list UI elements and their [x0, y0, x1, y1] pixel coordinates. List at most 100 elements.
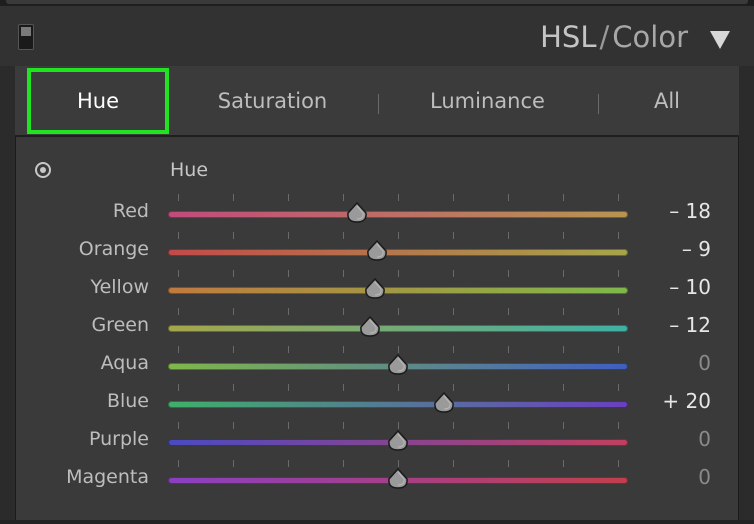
- slider-tick: [563, 270, 564, 277]
- tab-hue-label: Hue: [76, 89, 120, 113]
- slider-tick: [508, 460, 509, 467]
- panel-title-color[interactable]: Color: [612, 20, 688, 54]
- slider-value[interactable]: – 12: [669, 313, 711, 337]
- slider-tick: [178, 232, 179, 239]
- slider-tick: [343, 232, 344, 239]
- slider-tick: [508, 346, 509, 353]
- slider-tick: [453, 384, 454, 391]
- slider-thumb[interactable]: [363, 278, 387, 300]
- purple-hue-slider[interactable]: [168, 422, 628, 459]
- slider-tick: [453, 346, 454, 353]
- slider-tick: [398, 194, 399, 201]
- slider-tick: [233, 270, 234, 277]
- slider-row-red: Red – 18: [16, 192, 738, 230]
- tab-saturation-label: Saturation: [217, 88, 328, 113]
- magenta-hue-slider[interactable]: [168, 460, 628, 497]
- slider-tick: [398, 460, 399, 467]
- slider-ticks: [168, 308, 628, 316]
- slider-row-purple: Purple 0: [16, 420, 738, 458]
- collapse-triangle-icon[interactable]: [710, 31, 730, 49]
- slider-tick: [288, 232, 289, 239]
- slider-tick: [343, 460, 344, 467]
- slider-track[interactable]: [168, 401, 628, 408]
- slider-tick: [288, 422, 289, 429]
- slider-tick: [343, 308, 344, 315]
- slider-value[interactable]: – 18: [669, 199, 711, 223]
- slider-tick: [563, 422, 564, 429]
- slider-tick: [178, 194, 179, 201]
- slider-tick: [288, 460, 289, 467]
- tab-divider: [598, 94, 599, 114]
- slider-tick: [343, 194, 344, 201]
- slider-tick: [563, 346, 564, 353]
- slider-tick: [233, 460, 234, 467]
- slider-tick: [398, 384, 399, 391]
- slider-label: Blue: [106, 390, 149, 412]
- red-hue-slider[interactable]: [168, 194, 628, 231]
- orange-hue-slider[interactable]: [168, 232, 628, 269]
- tab-hue[interactable]: Hue: [27, 68, 169, 134]
- target-adjust-icon[interactable]: [35, 162, 51, 178]
- slider-tick: [618, 232, 619, 239]
- tab-saturation[interactable]: Saturation: [180, 66, 365, 135]
- slider-tick: [288, 346, 289, 353]
- slider-label: Green: [91, 314, 149, 336]
- slider-thumb[interactable]: [358, 316, 382, 338]
- slider-thumb[interactable]: [386, 354, 410, 376]
- slider-tick: [233, 384, 234, 391]
- slider-label: Purple: [88, 428, 149, 450]
- blue-hue-slider[interactable]: [168, 384, 628, 421]
- slider-label: Aqua: [100, 352, 149, 374]
- panel-title-hsl[interactable]: HSL: [540, 20, 596, 54]
- slider-row-magenta: Magenta 0: [16, 458, 738, 496]
- slider-tick: [508, 384, 509, 391]
- slider-tick: [508, 270, 509, 277]
- slider-value[interactable]: 0: [698, 351, 711, 375]
- slider-track[interactable]: [168, 287, 628, 294]
- slider-label: Orange: [78, 238, 149, 260]
- slider-tick: [508, 232, 509, 239]
- slider-value[interactable]: + 20: [662, 389, 711, 413]
- slider-tick: [288, 194, 289, 201]
- slider-tick: [618, 270, 619, 277]
- panel-header[interactable]: HSL / Color: [0, 6, 754, 66]
- slider-tick: [563, 194, 564, 201]
- aqua-hue-slider[interactable]: [168, 346, 628, 383]
- slider-thumb[interactable]: [432, 392, 456, 414]
- slider-value[interactable]: 0: [698, 427, 711, 451]
- slider-track[interactable]: [168, 249, 628, 256]
- slider-tick: [343, 270, 344, 277]
- slider-tick: [453, 308, 454, 315]
- hsl-tab-bar: Hue Saturation Luminance All: [15, 66, 739, 137]
- slider-thumb[interactable]: [365, 240, 389, 262]
- panel-title[interactable]: HSL / Color: [540, 20, 688, 54]
- tab-all[interactable]: All: [615, 66, 719, 135]
- slider-tick: [398, 232, 399, 239]
- slider-tick: [178, 346, 179, 353]
- slider-thumb[interactable]: [345, 202, 369, 224]
- slider-track[interactable]: [168, 211, 628, 218]
- tab-luminance[interactable]: Luminance: [380, 66, 595, 135]
- slider-tick: [618, 384, 619, 391]
- slider-tick: [178, 422, 179, 429]
- panel-switch-icon[interactable]: [18, 24, 34, 50]
- slider-tick: [453, 422, 454, 429]
- tab-divider: [378, 94, 379, 114]
- slider-value[interactable]: – 9: [682, 237, 711, 261]
- slider-ticks: [168, 346, 628, 354]
- slider-tick: [398, 422, 399, 429]
- slider-tick: [233, 194, 234, 201]
- slider-tick: [178, 384, 179, 391]
- slider-value[interactable]: 0: [698, 465, 711, 489]
- slider-thumb[interactable]: [386, 430, 410, 452]
- slider-tick: [453, 194, 454, 201]
- slider-tick: [343, 384, 344, 391]
- slider-tick: [178, 460, 179, 467]
- yellow-hue-slider[interactable]: [168, 270, 628, 307]
- slider-track[interactable]: [168, 325, 628, 332]
- slider-tick: [178, 270, 179, 277]
- slider-tick: [563, 460, 564, 467]
- slider-thumb[interactable]: [386, 468, 410, 490]
- slider-value[interactable]: – 10: [669, 275, 711, 299]
- green-hue-slider[interactable]: [168, 308, 628, 345]
